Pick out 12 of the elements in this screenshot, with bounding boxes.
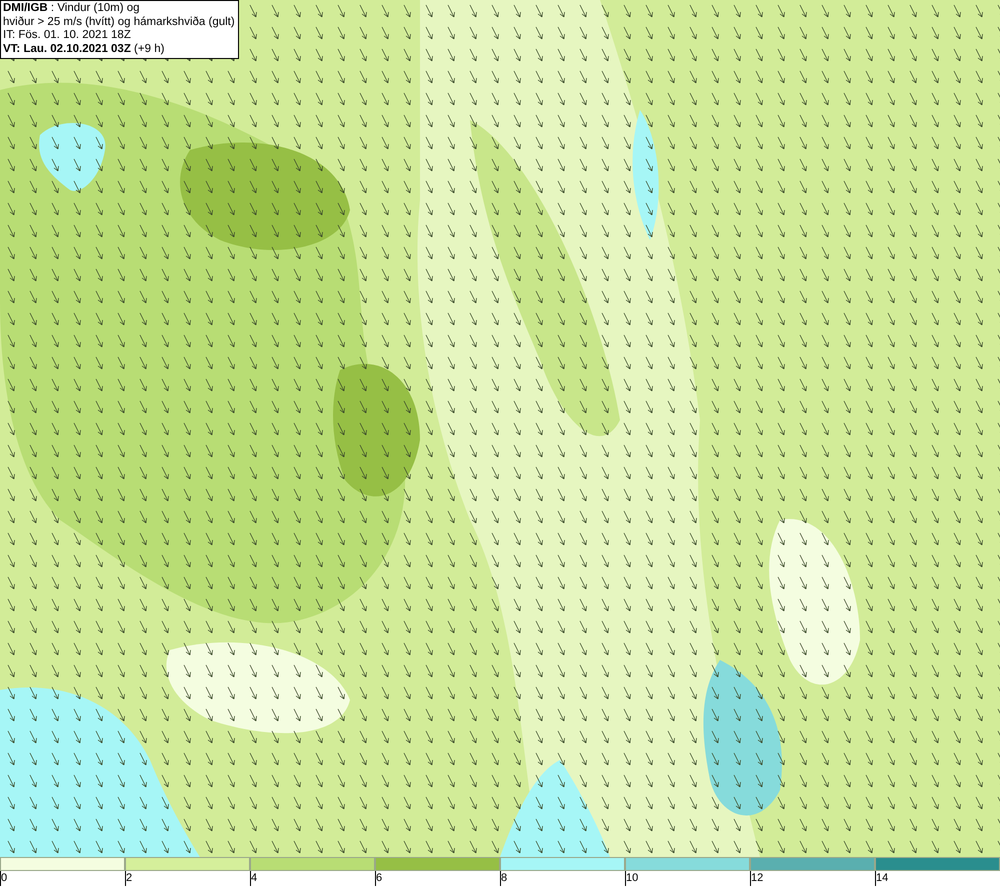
legend-tick-label: 8 [500,871,508,886]
legend-tick-label: 14 [875,871,888,886]
legend-tick-label: 4 [250,871,258,886]
legend-tick-label: 10 [625,871,638,886]
info-text: IT: Fös. 01. 10. 2021 18Z [3,29,132,42]
legend-tick-label: 0 [0,871,8,886]
legend-tick-label: 12 [750,871,764,886]
info-text: VT: Lau. 02.10.2021 03Z (+9 h) [3,42,166,56]
legend-tick-label: 6 [375,871,382,886]
legend-tick-label: 2 [125,871,132,886]
info-text: hviður > 25 m/s (hvítt) og hámarkshviða (gult) [3,16,235,29]
info-text: DMI/IGB : Vindur (10m) og [3,2,141,16]
